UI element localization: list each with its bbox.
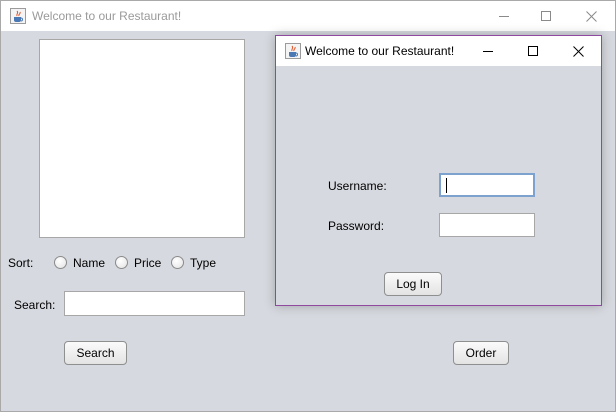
login-close-button[interactable]	[555, 36, 601, 66]
username-input[interactable]	[439, 173, 535, 197]
sort-type-radio[interactable]	[171, 256, 184, 269]
minimize-icon	[499, 16, 509, 17]
main-maximize-button[interactable]	[523, 1, 569, 31]
sort-price-radio[interactable]	[115, 256, 128, 269]
close-icon	[585, 10, 597, 22]
text-caret	[446, 178, 447, 193]
sort-label: Sort:	[8, 256, 34, 270]
main-minimize-button[interactable]	[481, 1, 527, 31]
login-dialog: Welcome to our Restaurant! Username: Pas…	[275, 35, 602, 306]
order-button[interactable]: Order	[453, 341, 509, 365]
sort-type-label[interactable]: Type	[190, 256, 216, 270]
search-button[interactable]: Search	[64, 341, 127, 365]
search-input[interactable]	[64, 291, 245, 316]
sort-name-radio[interactable]	[54, 256, 67, 269]
login-button[interactable]: Log In	[384, 272, 442, 296]
search-label: Search:	[14, 298, 56, 312]
java-cup-icon	[285, 43, 301, 59]
password-input[interactable]	[439, 213, 535, 237]
minimize-icon	[483, 51, 493, 52]
close-icon	[572, 45, 584, 57]
username-label: Username:	[328, 179, 387, 193]
password-label: Password:	[328, 219, 385, 233]
login-title-bar[interactable]: Welcome to our Restaurant!	[276, 36, 601, 66]
menu-list[interactable]	[39, 39, 245, 238]
sort-price-label[interactable]: Price	[134, 256, 161, 270]
login-minimize-button[interactable]	[465, 36, 511, 66]
maximize-icon	[541, 11, 551, 21]
sort-name-label[interactable]: Name	[73, 256, 105, 270]
java-cup-icon	[10, 8, 26, 24]
main-window-title: Welcome to our Restaurant!	[32, 9, 182, 23]
login-maximize-button[interactable]	[510, 36, 556, 66]
main-close-button[interactable]	[568, 1, 614, 31]
maximize-icon	[528, 46, 538, 56]
login-dialog-title: Welcome to our Restaurant!	[305, 44, 455, 58]
main-title-bar[interactable]: Welcome to our Restaurant!	[1, 1, 615, 31]
